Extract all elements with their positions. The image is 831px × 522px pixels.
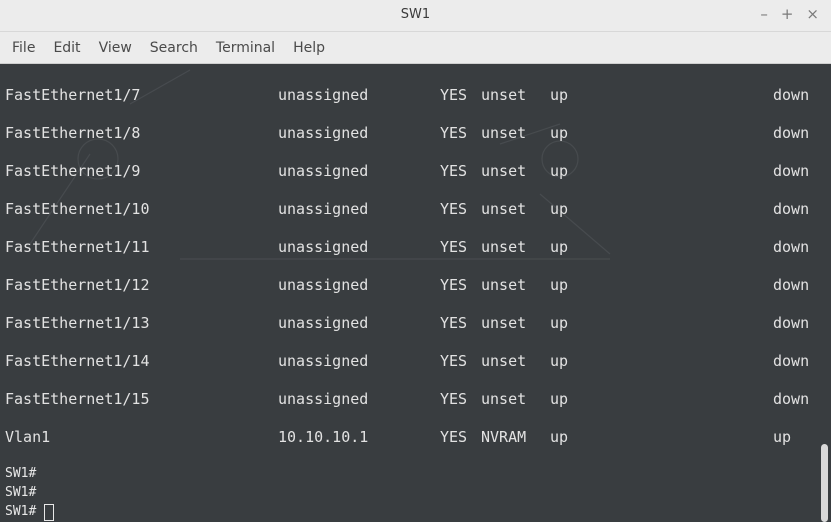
protocol: down (773, 238, 810, 256)
protocol: down (773, 352, 810, 370)
status: up (550, 428, 569, 446)
protocol: down (773, 200, 810, 218)
ip-address: unassigned (278, 276, 369, 294)
protocol: down (773, 390, 810, 408)
menu-help[interactable]: Help (293, 40, 325, 56)
interface-name: FastEthernet1/12 (5, 276, 150, 294)
interface-name: FastEthernet1/10 (5, 200, 150, 218)
table-row: FastEthernet1/7 unassigned YES unset up … (0, 86, 831, 108)
method: unset (481, 124, 527, 142)
menu-file[interactable]: File (12, 40, 35, 56)
protocol: down (773, 162, 810, 180)
protocol: down (773, 86, 810, 104)
status: up (550, 124, 569, 142)
status: up (550, 238, 569, 256)
ok-flag: YES (440, 276, 468, 294)
close-icon[interactable]: × (806, 5, 819, 23)
protocol: down (773, 276, 810, 294)
cli-prompt: SW1# (5, 466, 37, 481)
text-cursor[interactable] (44, 504, 54, 521)
table-row: FastEthernet1/12 unassigned YES unset up… (0, 276, 831, 298)
ip-address: 10.10.10.1 (278, 428, 369, 446)
table-row: FastEthernet1/15 unassigned YES unset up… (0, 390, 831, 412)
ip-address: unassigned (278, 390, 369, 408)
table-row: FastEthernet1/11 unassigned YES unset up… (0, 238, 831, 260)
ok-flag: YES (440, 352, 468, 370)
ip-address: unassigned (278, 314, 369, 332)
status: up (550, 200, 569, 218)
terminal-output[interactable]: FastEthernet1/7 unassigned YES unset up … (0, 64, 831, 522)
interface-name: FastEthernet1/7 (5, 86, 141, 104)
window-controls: – + × (760, 5, 819, 23)
interface-name: FastEthernet1/8 (5, 124, 141, 142)
cli-prompt: SW1# (5, 485, 37, 500)
ip-address: unassigned (278, 86, 369, 104)
ok-flag: YES (440, 428, 468, 446)
ok-flag: YES (440, 162, 468, 180)
terminal-window: SW1 – + × File Edit View Search Terminal… (0, 0, 831, 522)
method: NVRAM (481, 428, 527, 446)
ok-flag: YES (440, 238, 468, 256)
protocol: down (773, 314, 810, 332)
method: unset (481, 352, 527, 370)
maximize-icon[interactable]: + (781, 5, 794, 23)
status: up (550, 352, 569, 370)
ok-flag: YES (440, 124, 468, 142)
protocol: up (773, 428, 792, 446)
ok-flag: YES (440, 200, 468, 218)
ip-address: unassigned (278, 200, 369, 218)
status: up (550, 162, 569, 180)
interface-name: Vlan1 (5, 428, 51, 446)
ip-address: unassigned (278, 352, 369, 370)
interface-name: FastEthernet1/15 (5, 390, 150, 408)
ok-flag: YES (440, 86, 468, 104)
cli-prompt: SW1# (5, 504, 37, 519)
status: up (550, 314, 569, 332)
method: unset (481, 276, 527, 294)
scrollbar-thumb[interactable] (821, 444, 828, 522)
table-row: FastEthernet1/14 unassigned YES unset up… (0, 352, 831, 374)
status: up (550, 276, 569, 294)
method: unset (481, 390, 527, 408)
method: unset (481, 238, 527, 256)
menu-edit[interactable]: Edit (53, 40, 80, 56)
interface-name: FastEthernet1/9 (5, 162, 141, 180)
table-row: FastEthernet1/10 unassigned YES unset up… (0, 200, 831, 222)
interface-name: FastEthernet1/11 (5, 238, 150, 256)
method: unset (481, 200, 527, 218)
interface-name: FastEthernet1/14 (5, 352, 150, 370)
method: unset (481, 86, 527, 104)
ip-address: unassigned (278, 124, 369, 142)
ip-address: unassigned (278, 238, 369, 256)
title-bar[interactable]: SW1 – + × (0, 0, 831, 32)
status: up (550, 86, 569, 104)
minimize-icon[interactable]: – (760, 5, 768, 23)
table-row: FastEthernet1/13 unassigned YES unset up… (0, 314, 831, 336)
ip-address: unassigned (278, 162, 369, 180)
menu-bar: File Edit View Search Terminal Help (0, 32, 831, 64)
method: unset (481, 162, 527, 180)
table-row: FastEthernet1/8 unassigned YES unset up … (0, 124, 831, 146)
table-row: FastEthernet1/9 unassigned YES unset up … (0, 162, 831, 184)
method: unset (481, 314, 527, 332)
ok-flag: YES (440, 314, 468, 332)
menu-view[interactable]: View (99, 40, 132, 56)
menu-terminal[interactable]: Terminal (216, 40, 275, 56)
protocol: down (773, 124, 810, 142)
menu-search[interactable]: Search (150, 40, 198, 56)
status: up (550, 390, 569, 408)
ok-flag: YES (440, 390, 468, 408)
interface-name: FastEthernet1/13 (5, 314, 150, 332)
window-title: SW1 (400, 7, 431, 22)
table-row: Vlan1 10.10.10.1 YES NVRAM up up (0, 428, 831, 450)
